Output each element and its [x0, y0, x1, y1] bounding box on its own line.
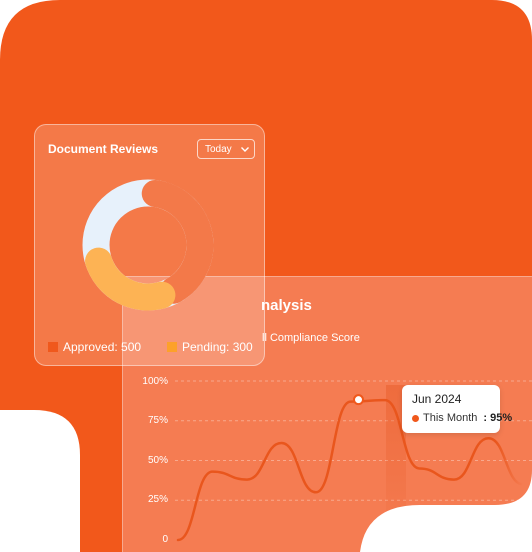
backdrop-cutout-left — [0, 410, 80, 552]
document-reviews-card: Document Reviews Today Approved: 500 Pen… — [34, 124, 265, 366]
legend-pending: Pending: 300 — [167, 340, 253, 354]
legend-swatch-approved — [48, 342, 58, 352]
y-tick-label: 75% — [147, 415, 168, 426]
tooltip-value: : 95% — [483, 412, 513, 424]
y-tick-label: 100% — [142, 376, 168, 387]
y-tick-label: 50% — [147, 455, 168, 466]
y-tick-label: 25% — [147, 494, 168, 505]
document-reviews-title: Document Reviews — [48, 142, 159, 156]
y-tick-label: 0 — [162, 534, 168, 545]
period-dropdown-value: Today — [205, 143, 232, 155]
chart-tooltip: Jun 2024 This Month : 95% — [402, 385, 512, 433]
legend-swatch-pending — [167, 342, 177, 352]
tooltip-date: Jun 2024 — [412, 392, 462, 406]
tooltip-series-label: This Month — [423, 412, 478, 424]
analysis-title: nalysis — [261, 297, 312, 314]
series-dot-icon — [412, 414, 419, 422]
tooltip-series-row: This Month : 95% — [412, 412, 512, 424]
chevron-down-icon — [240, 147, 249, 152]
legend-approved-label: Approved: 500 — [63, 340, 142, 354]
hover-data-point[interactable] — [353, 394, 364, 406]
period-dropdown[interactable]: Today — [197, 139, 255, 159]
analysis-subtitle: ll Compliance Score — [262, 332, 360, 344]
legend-approved: Approved: 500 — [48, 340, 141, 354]
legend-pending-label: Pending: 300 — [182, 340, 253, 354]
